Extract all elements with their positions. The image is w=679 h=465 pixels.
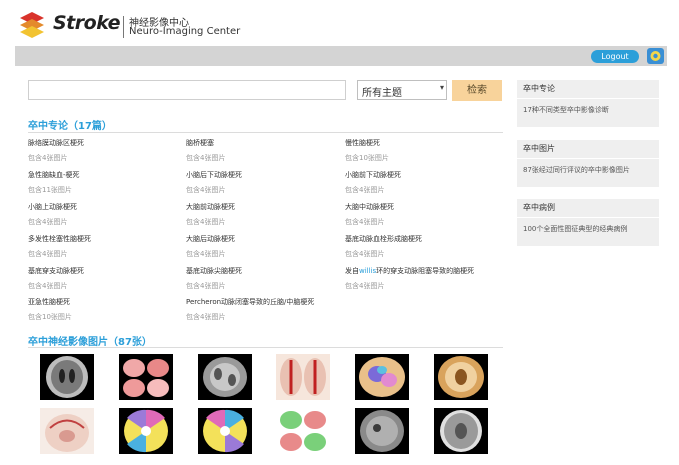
topic-count: 包含4张图片 [345,250,385,258]
sidebar-box-title[interactable]: 卒中专论 [517,80,659,99]
image-thumb-brainstem-territory-2[interactable] [198,408,252,454]
image-thumb-brain-coronal[interactable] [40,408,94,454]
topic-name[interactable]: 急性脑缺血-梗死 [28,171,80,180]
topic-count: 包含4张图片 [186,250,226,258]
topic-name[interactable]: 小脑前下动脉梗死 [345,171,401,180]
topic-name[interactable]: Percheron动脉闭塞导致的丘脑/中脑梗死 [186,298,314,307]
topic-count: 包含4张图片 [345,282,385,290]
topic-item[interactable]: 小脑前下动脉梗死 包含4张图片 [345,171,401,195]
search-input[interactable] [28,80,346,100]
stroke-logo-icon [20,12,44,38]
topic-name[interactable]: 多发性栓塞性脑梗死 [28,235,91,244]
topic-name-highlight: willis [359,267,377,275]
topic-item[interactable]: 脉络膜动脉区梗死 包含4张图片 [28,139,84,163]
topic-count: 包含4张图片 [28,250,68,258]
topic-item[interactable]: 小脑后下动脉梗死 包含4张图片 [186,171,242,195]
search-button[interactable]: 检索 [452,80,502,101]
topic-item[interactable]: 发自willis环的穿支动脉阻塞导致的脑梗死 包含4张图片 [345,267,474,291]
topic-count: 包含4张图片 [28,218,68,226]
topic-count: 包含4张图片 [186,282,226,290]
topic-count: 包含4张图片 [186,218,226,226]
image-thumb-ct-axial[interactable] [40,354,94,400]
topic-item[interactable]: 基底动脉尖脑梗死 包含4张图片 [186,267,242,291]
sidebar-box-images[interactable]: 卒中图片 87张经过同行评议的卒中影像图片 [517,140,659,187]
sidebar-box-topics[interactable]: 卒中专论 17种不同类型卒中影像诊断 [517,80,659,127]
settings-button[interactable] [647,48,664,64]
topic-count: 包含4张图片 [186,186,226,194]
top-bar [15,46,667,66]
topic-count: 包含11张图片 [28,186,72,194]
image-thumb-mri-dwi[interactable] [355,408,409,454]
site-header: Stroke 神经影像中心 Neuro-Imaging Center [0,0,679,46]
topic-count: 包含4张图片 [186,313,226,321]
image-thumb-brain-lobes[interactable] [119,354,173,400]
image-thumb-vessel-anatomy[interactable] [276,354,330,400]
topic-item[interactable]: 大脑前动脉梗死 包含4张图片 [186,203,235,227]
topic-item[interactable]: 脑桥梗塞 包含4张图片 [186,139,225,163]
logout-button[interactable]: Logout [591,50,639,63]
topic-item[interactable]: 急性脑缺血-梗死 包含11张图片 [28,171,80,195]
topic-item[interactable]: 亚急性脑梗死 包含10张图片 [28,298,72,322]
topic-name[interactable]: 小脑上动脉梗死 [28,203,77,212]
topic-item[interactable]: 多发性栓塞性脑梗死 包含4张图片 [28,235,91,259]
topic-name[interactable]: 基底穿支动脉梗死 [28,267,84,276]
topic-name[interactable]: 慢性脑梗死 [345,139,389,148]
topic-name[interactable]: 基底动脉尖脑梗死 [186,267,242,276]
brand-en: Neuro-Imaging Center [129,26,241,37]
settings-icon [650,51,661,61]
topic-select[interactable]: 所有主题 ▾ [357,80,447,100]
topic-item[interactable]: 基底动脉血栓形成脑梗死 包含4张图片 [345,235,422,259]
topic-select-value: 所有主题 [362,88,402,99]
logo-divider [123,16,124,38]
brand-name: Stroke [53,12,121,34]
topic-name-part: 环的穿支动脉阻塞导致的脑梗死 [376,267,475,275]
topic-name[interactable]: 亚急性脑梗死 [28,298,72,307]
sidebar-box-cases[interactable]: 卒中病例 100个全面性图征典型的经典病例 [517,199,659,246]
image-thumb-pathology-slice[interactable] [434,354,488,400]
topic-item[interactable]: 慢性脑梗死 包含10张图片 [345,139,389,163]
sidebar-box-desc: 100个全面性图征典型的经典病例 [523,225,628,233]
topic-count: 包含10张图片 [345,154,389,162]
topic-name[interactable]: 小脑后下动脉梗死 [186,171,242,180]
image-thumb-mri-flair[interactable] [198,354,252,400]
topic-item[interactable]: 大脑后动脉梗死 包含4张图片 [186,235,235,259]
sidebar-box-title[interactable]: 卒中病例 [517,199,659,218]
image-thumb-brainstem-color[interactable] [355,354,409,400]
topics-title[interactable]: 卒中专论（17篇） [28,117,112,132]
images-title[interactable]: 卒中神经影像图片（87张） [28,333,152,348]
topic-count: 包含4张图片 [345,218,385,226]
topic-item[interactable]: 大脑中动脉梗死 包含4张图片 [345,203,394,227]
topic-name[interactable]: 大脑前动脉梗死 [186,203,235,212]
image-thumb-brain-lobes-2[interactable] [276,408,330,454]
topic-item[interactable]: 基底穿支动脉梗死 包含4张图片 [28,267,84,291]
chevron-down-icon: ▾ [439,83,444,92]
topic-count: 包含4张图片 [186,154,226,162]
sidebar-box-desc: 17种不同类型卒中影像诊断 [523,106,609,114]
topic-count: 包含10张图片 [28,313,72,321]
topic-item[interactable]: Percheron动脉闭塞导致的丘脑/中脑梗死 包含4张图片 [186,298,314,322]
topic-name[interactable]: 基底动脉血栓形成脑梗死 [345,235,422,244]
images-divider [28,347,503,348]
topic-item[interactable]: 小脑上动脉梗死 包含4张图片 [28,203,77,227]
image-thumb-ct-axial-2[interactable] [434,408,488,454]
topic-name[interactable]: 脉络膜动脉区梗死 [28,139,84,148]
topics-divider [28,132,503,133]
topic-name[interactable]: 脑桥梗塞 [186,139,225,148]
topic-name[interactable]: 发自willis环的穿支动脉阻塞导致的脑梗死 [345,267,474,276]
sidebar-box-desc: 87张经过同行评议的卒中影像图片 [523,166,630,174]
topic-name-part: 发自 [345,267,359,275]
topic-count: 包含4张图片 [28,154,68,162]
sidebar-box-title[interactable]: 卒中图片 [517,140,659,159]
topic-count: 包含4张图片 [345,186,385,194]
topic-count: 包含4张图片 [28,282,68,290]
topic-name[interactable]: 大脑中动脉梗死 [345,203,394,212]
image-thumb-brainstem-territory[interactable] [119,408,173,454]
topic-name[interactable]: 大脑后动脉梗死 [186,235,235,244]
